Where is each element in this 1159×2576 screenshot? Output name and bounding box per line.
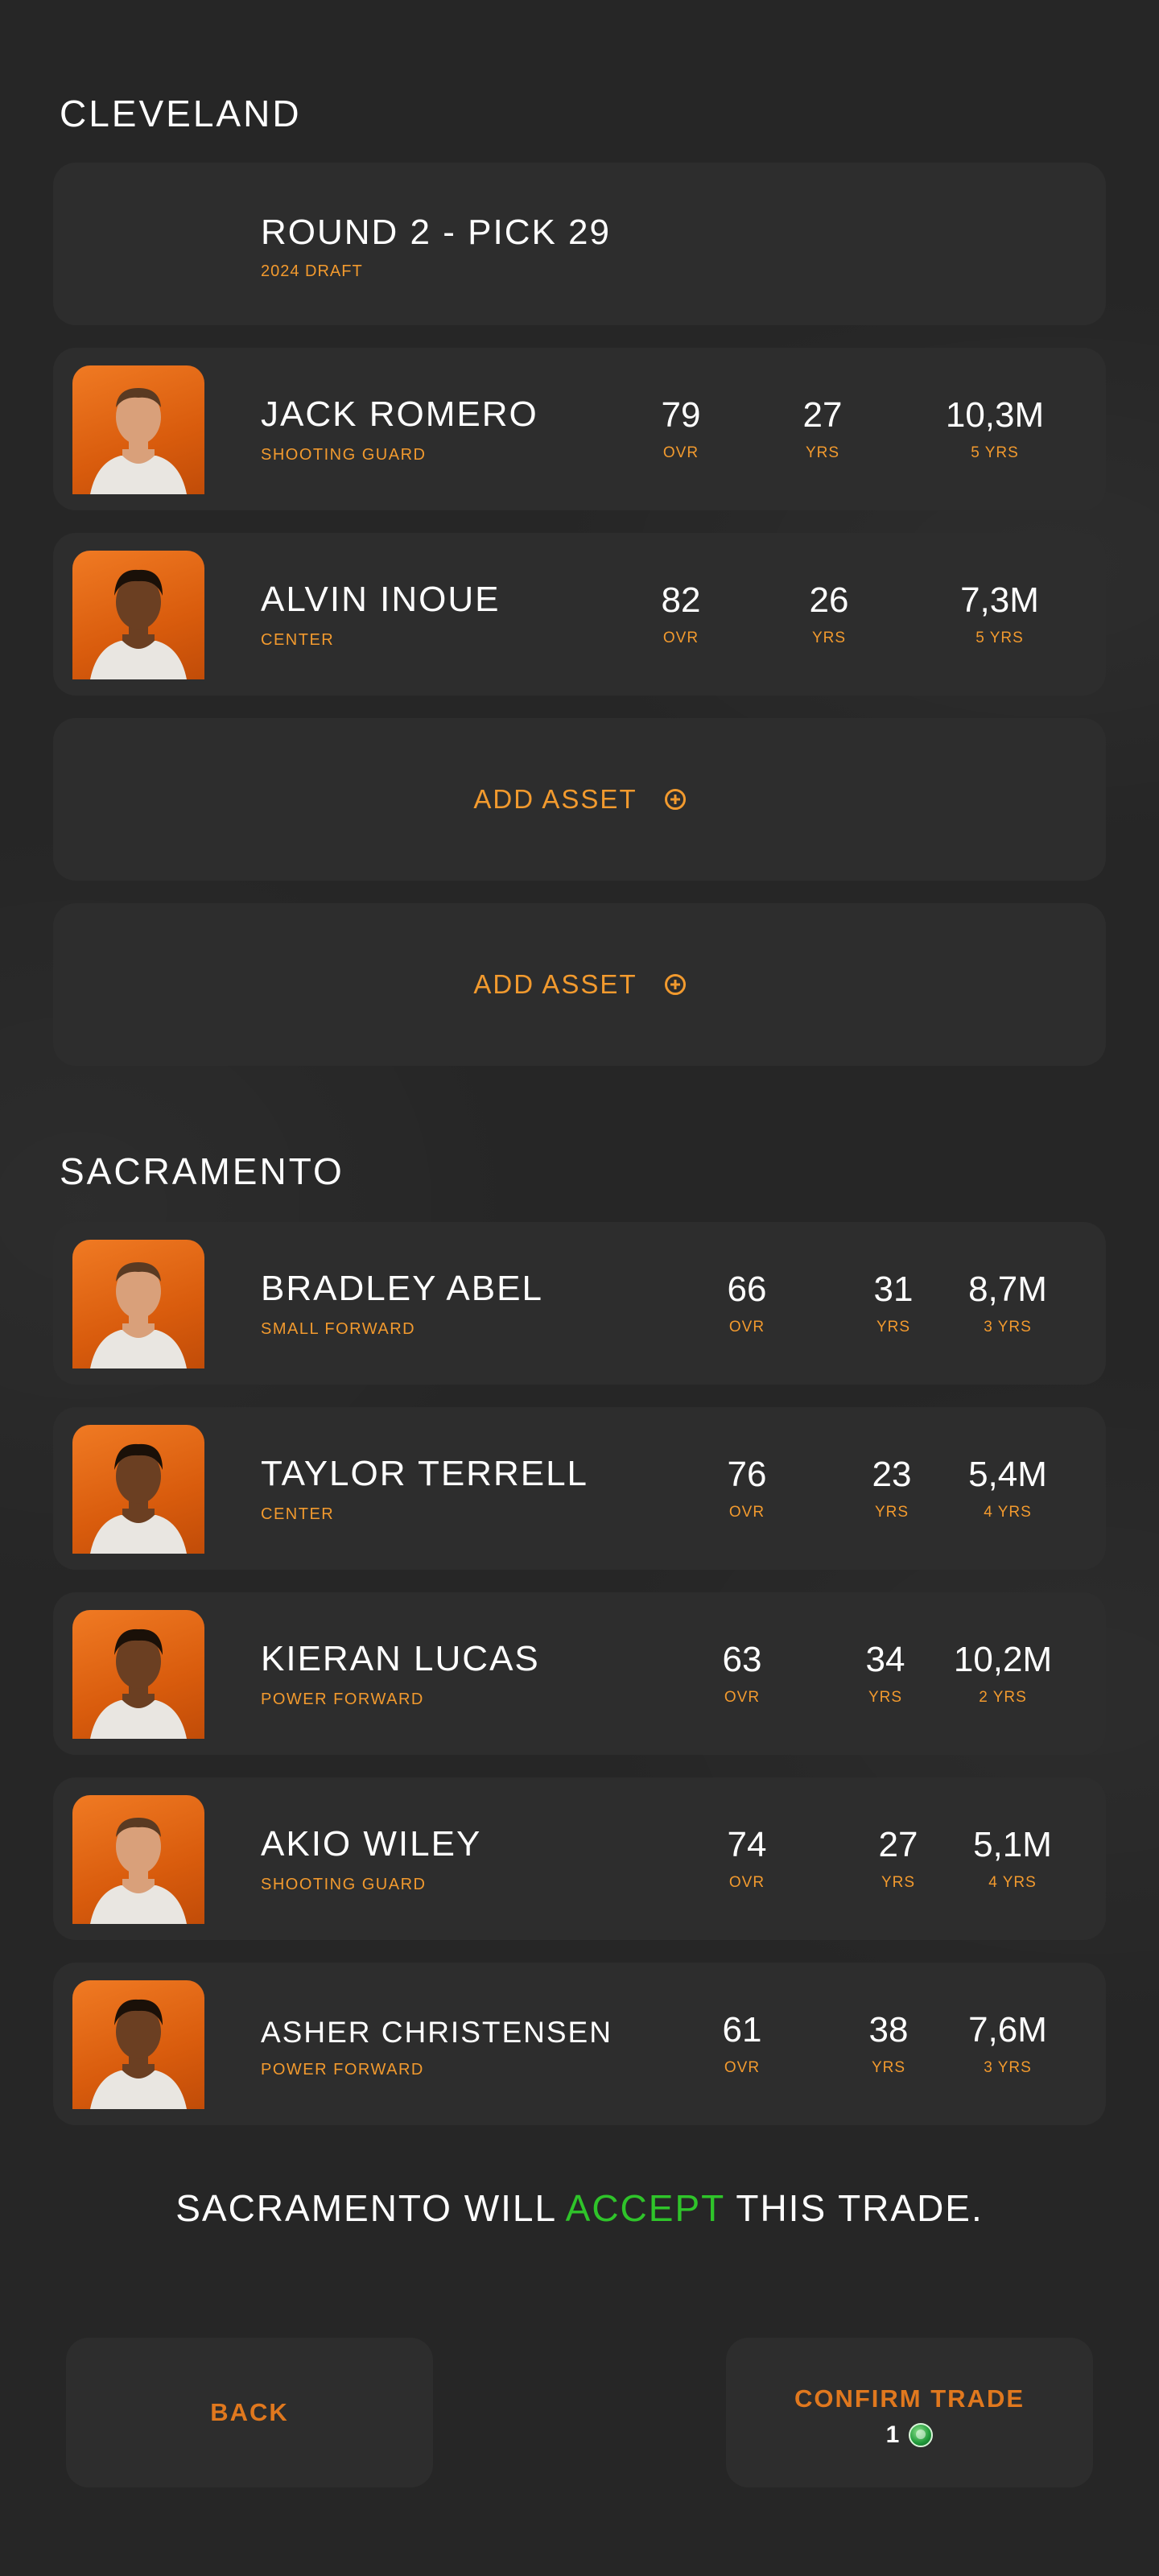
back-button-label: BACK xyxy=(210,2398,289,2426)
verdict-prefix: SACRAMENTO WILL xyxy=(175,2187,566,2229)
confirm-cost: 1 xyxy=(726,2421,1093,2449)
player-avatar xyxy=(72,1980,204,2109)
player-avatar xyxy=(72,1795,204,1924)
add-asset-slot-2[interactable]: ADD ASSET xyxy=(53,903,1106,1066)
player-avatar xyxy=(72,1425,204,1554)
player-position: SHOOTING GUARD xyxy=(261,1876,427,1893)
ovr-stat: 66 OVR xyxy=(727,1269,767,1335)
player-avatar xyxy=(72,551,204,679)
player-portrait-icon xyxy=(90,1443,187,1554)
trade-verdict: SACRAMENTO WILL ACCEPT THIS TRADE. xyxy=(0,2186,1159,2230)
ovr-stat: 63 OVR xyxy=(722,1640,762,1706)
player-card-team-b-2[interactable]: TAYLOR TERRELL CENTER 76 OVR 23 YRS 5,4M 4 … xyxy=(53,1407,1106,1570)
player-card-team-a-2[interactable]: ALVIN INOUE CENTER 82 OVR 26 YRS 7,3M 5 YRS xyxy=(53,533,1106,696)
player-portrait-icon xyxy=(90,1818,187,1924)
add-asset-button[interactable]: ADD ASSET xyxy=(53,718,1106,881)
ovr-stat: 79 OVR xyxy=(661,395,701,461)
player-portrait-icon xyxy=(90,569,187,679)
player-position: POWER FORWARD xyxy=(261,1690,424,1708)
cost-amount: 1 xyxy=(885,2421,900,2448)
salary-stat: 5,4M 4 YRS xyxy=(968,1455,1047,1521)
player-position: SHOOTING GUARD xyxy=(261,446,427,464)
salary-stat: 10,3M 5 YRS xyxy=(945,395,1045,461)
player-position: CENTER xyxy=(261,1505,335,1523)
player-name: BRADLEY ABEL xyxy=(261,1269,543,1308)
player-card-team-a-1[interactable]: JACK ROMERO SHOOTING GUARD 79 OVR 27 YRS 1… xyxy=(53,348,1106,510)
ovr-stat: 82 OVR xyxy=(661,580,701,646)
ovr-stat: 76 OVR xyxy=(727,1455,767,1521)
player-avatar xyxy=(72,1240,204,1368)
add-asset-button[interactable]: ADD ASSET xyxy=(53,903,1106,1066)
player-portrait-icon xyxy=(90,1262,187,1368)
confirm-trade-button[interactable]: CONFIRM TRADE 1 xyxy=(726,2338,1093,2487)
draft-pick-card[interactable]: ROUND 2 - PICK 29 2024 DRAFT xyxy=(53,163,1106,325)
team-a-title: CLEVELAND xyxy=(60,93,302,134)
salary-stat: 7,3M 5 YRS xyxy=(960,580,1039,646)
player-card-team-b-5[interactable]: ASHER CHRISTENSEN POWER FORWARD 61 OVR 38… xyxy=(53,1963,1106,2125)
ovr-stat: 74 OVR xyxy=(727,1825,767,1891)
coin-icon xyxy=(909,2423,934,2447)
pick-title: ROUND 2 - PICK 29 xyxy=(261,213,611,252)
add-asset-slot-1[interactable]: ADD ASSET xyxy=(53,718,1106,881)
player-card-team-b-1[interactable]: BRADLEY ABEL SMALL FORWARD 66 OVR 31 YRS 8… xyxy=(53,1222,1106,1385)
verdict-suffix: THIS TRADE. xyxy=(724,2187,984,2229)
salary-stat: 10,2M 2 YRS xyxy=(953,1640,1053,1706)
player-name: KIERAN LUCAS xyxy=(261,1639,540,1678)
add-asset-label: ADD ASSET xyxy=(473,784,637,814)
player-name: JACK ROMERO xyxy=(261,394,538,434)
salary-stat: 8,7M 3 YRS xyxy=(968,1269,1047,1335)
player-name: AKIO WILEY xyxy=(261,1824,482,1864)
player-name: TAYLOR TERRELL xyxy=(261,1454,589,1493)
player-position: CENTER xyxy=(261,631,335,649)
player-name: ALVIN INOUE xyxy=(261,580,501,619)
player-avatar xyxy=(72,365,204,494)
player-card-team-b-3[interactable]: KIERAN LUCAS POWER FORWARD 63 OVR 34 YRS 1… xyxy=(53,1592,1106,1755)
player-portrait-icon xyxy=(90,1629,187,1739)
age-stat: 27 YRS xyxy=(802,395,843,461)
back-button[interactable]: BACK xyxy=(66,2338,433,2487)
player-name: ASHER CHRISTENSEN xyxy=(261,2016,612,2049)
ovr-stat: 61 OVR xyxy=(722,2010,762,2076)
plus-circle-icon xyxy=(664,974,686,995)
player-position: SMALL FORWARD xyxy=(261,1320,416,1338)
pick-subtitle: 2024 DRAFT xyxy=(261,262,363,280)
player-portrait-icon xyxy=(90,1999,187,2109)
team-b-title: SACRAMENTO xyxy=(60,1150,344,1192)
add-asset-label: ADD ASSET xyxy=(473,969,637,999)
player-card-team-b-4[interactable]: AKIO WILEY SHOOTING GUARD 74 OVR 27 YRS 5,… xyxy=(53,1777,1106,1940)
plus-circle-icon xyxy=(664,789,686,810)
salary-stat: 7,6M 3 YRS xyxy=(968,2010,1047,2076)
confirm-trade-label: CONFIRM TRADE xyxy=(794,2384,1025,2413)
player-position: POWER FORWARD xyxy=(261,2061,424,2079)
player-portrait-icon xyxy=(90,388,187,494)
player-avatar xyxy=(72,1610,204,1739)
verdict-accept: ACCEPT xyxy=(565,2187,725,2229)
salary-stat: 5,1M 4 YRS xyxy=(973,1825,1052,1891)
age-stat: 26 YRS xyxy=(809,580,849,646)
